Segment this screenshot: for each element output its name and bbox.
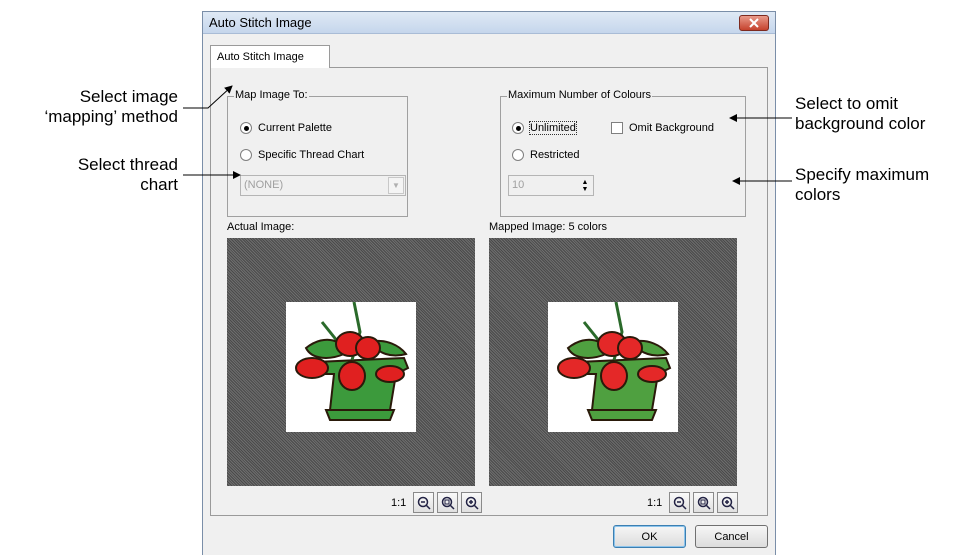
- spin-up-icon[interactable]: ▲: [582, 179, 589, 186]
- mapped-zoom-fit-button[interactable]: [693, 492, 715, 513]
- mapped-zoom-ratio: 1:1: [647, 496, 663, 509]
- mapped-image-label: Mapped Image: 5 colors: [489, 221, 608, 233]
- auto-stitch-dialog: Auto Stitch Image Auto Stitch Image Map …: [202, 11, 776, 555]
- close-icon: [749, 18, 759, 28]
- zoom-fit-icon: [441, 496, 455, 510]
- radio-current-palette-label: Current Palette: [258, 122, 332, 134]
- close-button[interactable]: [739, 15, 769, 31]
- max-colours-legend: Maximum Number of Colours: [507, 89, 653, 101]
- radio-restricted-label: Restricted: [530, 149, 580, 161]
- mapped-zoom-out-button[interactable]: [669, 492, 691, 513]
- dropdown-arrow-icon[interactable]: ▼: [388, 177, 404, 194]
- zoom-in-icon: [721, 496, 735, 510]
- callout-omit-background: Select to omit background color: [795, 94, 926, 133]
- zoom-out-icon: [417, 496, 431, 510]
- zoom-in-icon: [465, 496, 479, 510]
- callout-mapping-method: Select image ‘mapping’ method: [44, 87, 178, 126]
- actual-image-zoom: 1:1: [391, 492, 483, 513]
- omit-background-box[interactable]: [611, 122, 623, 134]
- max-colours-spinner[interactable]: 10 ▲ ▼: [508, 175, 594, 196]
- radio-selected-dot: [243, 125, 249, 131]
- radio-restricted[interactable]: Restricted: [512, 149, 580, 161]
- radio-unlimited-button[interactable]: [512, 122, 524, 134]
- actual-image-panel: [227, 238, 475, 486]
- zoom-fit-icon: [697, 496, 711, 510]
- radio-current-palette-button[interactable]: [240, 122, 252, 134]
- mapped-zoom-in-button[interactable]: [717, 492, 739, 513]
- actual-zoom-out-button[interactable]: [413, 492, 435, 513]
- zoom-out-icon: [673, 496, 687, 510]
- radio-unlimited[interactable]: Unlimited: [512, 121, 577, 135]
- mapped-image-zoom: 1:1: [647, 492, 739, 513]
- cancel-button[interactable]: Cancel: [695, 525, 768, 548]
- mapped-image-canvas: [548, 301, 678, 432]
- mapped-image-panel: [489, 238, 737, 486]
- radio-unlimited-label: Unlimited: [529, 121, 577, 135]
- ok-button[interactable]: OK: [613, 525, 686, 548]
- radio-specific-thread-chart[interactable]: Specific Thread Chart: [240, 149, 364, 161]
- flower-pot-mapped-image: [557, 301, 672, 421]
- actual-zoom-in-button[interactable]: [461, 492, 483, 513]
- radio-restricted-button[interactable]: [512, 149, 524, 161]
- thread-chart-value: (NONE): [244, 179, 284, 191]
- callout-thread-chart: Select thread chart: [77, 155, 178, 194]
- max-colours-value: 10: [512, 179, 525, 191]
- dialog-title: Auto Stitch Image: [209, 15, 312, 30]
- spin-buttons[interactable]: ▲ ▼: [578, 177, 592, 194]
- actual-image-label: Actual Image:: [227, 221, 295, 233]
- radio-specific-thread-chart-label: Specific Thread Chart: [258, 149, 365, 161]
- tab-page: Map Image To: Current Palette Specific T…: [210, 67, 768, 516]
- omit-background-checkbox[interactable]: Omit Background: [611, 122, 714, 134]
- actual-zoom-ratio: 1:1: [391, 496, 407, 509]
- omit-background-label: Omit Background: [629, 122, 714, 134]
- actual-image-canvas: [286, 301, 416, 432]
- radio-specific-thread-chart-button[interactable]: [240, 149, 252, 161]
- title-bar[interactable]: Auto Stitch Image: [203, 12, 775, 34]
- map-image-legend: Map Image To:: [234, 89, 309, 101]
- radio-current-palette[interactable]: Current Palette: [240, 122, 332, 134]
- flower-pot-image: [295, 301, 410, 421]
- thread-chart-dropdown[interactable]: (NONE) ▼: [240, 175, 406, 196]
- tab-auto-stitch-image[interactable]: Auto Stitch Image: [210, 45, 330, 68]
- actual-zoom-fit-button[interactable]: [437, 492, 459, 513]
- callout-max-colors: Specify maximum colors: [795, 165, 930, 204]
- spin-down-icon[interactable]: ▼: [582, 186, 589, 193]
- radio-selected-dot: [515, 125, 521, 131]
